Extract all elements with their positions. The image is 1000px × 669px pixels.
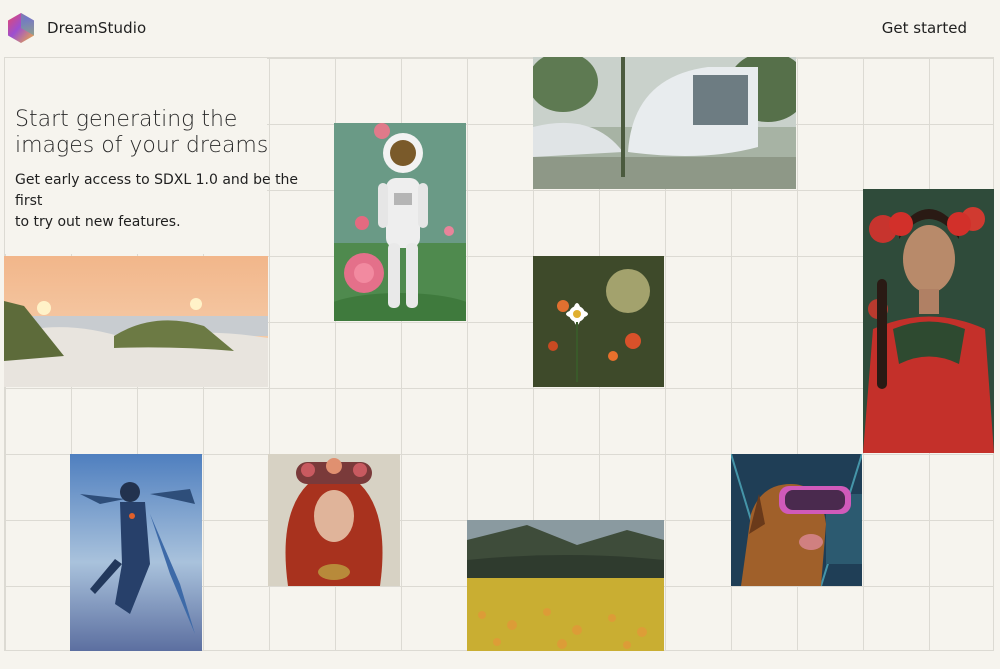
hero-subtitle: Get early access to SDXL 1.0 and be the … xyxy=(15,170,315,233)
dreamstudio-logo-icon xyxy=(8,13,34,43)
hero-subtitle-line1: Get early access to SDXL 1.0 and be the … xyxy=(15,172,299,209)
brand-name: DreamStudio xyxy=(47,19,147,37)
flower-field-image[interactable] xyxy=(467,520,664,651)
hero-subtitle-line2: to try out new features. xyxy=(15,214,181,230)
top-header: DreamStudio Get started xyxy=(0,0,1000,56)
beach-dunes-image[interactable] xyxy=(4,256,268,387)
flower-crown-woman-image[interactable] xyxy=(268,454,400,586)
get-started-button[interactable]: Get started xyxy=(882,19,967,37)
brand[interactable]: DreamStudio xyxy=(5,12,146,44)
portrait-flowers-image[interactable] xyxy=(863,189,994,453)
modern-house-image[interactable] xyxy=(533,57,796,189)
daisy-flower-image[interactable] xyxy=(533,256,664,387)
flying-armor-image[interactable] xyxy=(70,454,202,651)
astronaut-image[interactable] xyxy=(334,123,466,321)
hero-title: Start generating the images of your drea… xyxy=(15,107,269,158)
vr-dog-image[interactable] xyxy=(731,454,862,586)
